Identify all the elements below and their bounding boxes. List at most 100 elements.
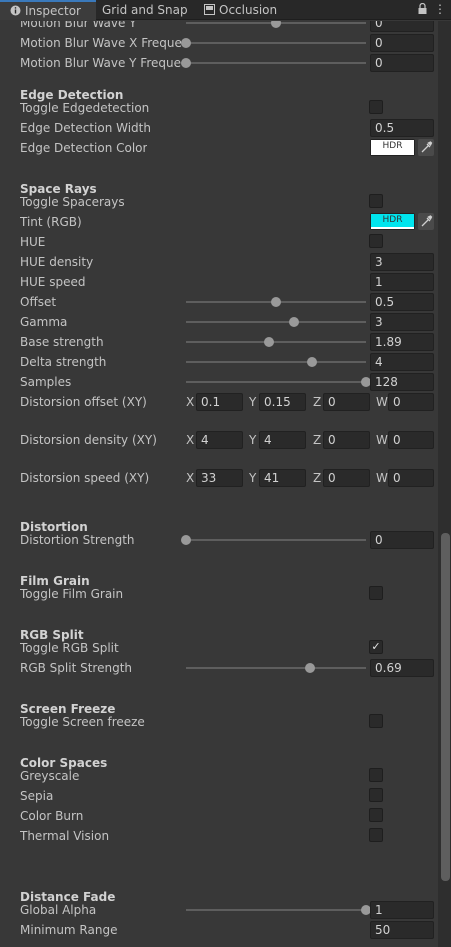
distorsion-offset-y-label: Y	[249, 395, 257, 409]
distortion-strength-slider-knob[interactable]	[181, 535, 191, 545]
offset-slider-knob[interactable]	[271, 297, 281, 307]
motion-blur-wave-x-frequency-label: Motion Blur Wave X Frequency	[20, 36, 182, 50]
gamma-field[interactable]: 3	[370, 313, 434, 331]
tab-occlusion-label: Occlusion	[219, 3, 278, 17]
thermal-vision-label: Thermal Vision	[20, 829, 110, 843]
base-strength-field[interactable]: 1.89	[370, 333, 434, 351]
distorsion-offset-label: Distorsion offset (XY)	[20, 395, 147, 409]
distorsion-offset-x-label: X	[186, 395, 195, 409]
toggle-edgedetection-checkbox[interactable]	[369, 100, 383, 114]
edge-detection-color-picker-button[interactable]	[418, 139, 434, 156]
motion-blur-wave-y-field[interactable]: 0	[370, 21, 434, 32]
thermal-vision-checkbox[interactable]	[369, 828, 383, 842]
global-alpha-slider-track[interactable]	[186, 909, 366, 911]
distorsion-speed-x-field[interactable]: 33	[196, 469, 243, 487]
toggle-spacerays-label: Toggle Spacerays	[20, 195, 125, 209]
tab-occlusion[interactable]: Occlusion	[204, 0, 277, 20]
distortion-strength-slider-track[interactable]	[186, 539, 366, 541]
samples-label: Samples	[20, 375, 72, 389]
rgb-split-strength-slider-knob[interactable]	[305, 663, 316, 673]
distorsion-speed-x-label: X	[186, 471, 195, 485]
inspector-content: Motion Blur Wave Y 0 Motion Blur Wave X …	[0, 21, 438, 947]
color-burn-checkbox[interactable]	[369, 808, 383, 822]
tab-grid-and-snap[interactable]: Grid and Snap	[102, 0, 188, 20]
distorsion-density-z-field[interactable]: 0	[323, 431, 370, 449]
hue-density-field[interactable]: 3	[370, 253, 434, 271]
motion-blur-wave-y-frequency-slider-track[interactable]	[186, 62, 366, 64]
motion-blur-wave-y-frequency-field[interactable]: 0	[370, 54, 434, 72]
eyedropper-icon	[421, 215, 433, 227]
distorsion-offset-w-field[interactable]: 0	[388, 393, 434, 411]
edge-detection-color-alpha-bar	[371, 153, 414, 155]
delta-strength-label: Delta strength	[20, 355, 107, 369]
motion-blur-wave-y-slider-knob[interactable]	[271, 21, 281, 28]
eyedropper-icon	[421, 141, 433, 153]
base-strength-slider-knob[interactable]	[263, 337, 274, 347]
distorsion-speed-w-field[interactable]: 0	[388, 469, 434, 487]
distorsion-speed-w-label: W	[376, 471, 388, 485]
greyscale-label: Greyscale	[20, 769, 80, 783]
distorsion-speed-y-field[interactable]: 41	[259, 469, 306, 487]
sepia-checkbox[interactable]	[369, 788, 383, 802]
motion-blur-wave-x-frequency-slider-knob[interactable]	[181, 38, 191, 48]
toggle-spacerays-checkbox[interactable]	[369, 194, 383, 208]
gamma-label: Gamma	[20, 315, 68, 329]
edge-detection-width-label: Edge Detection Width	[20, 121, 151, 135]
motion-blur-wave-x-frequency-field[interactable]: 0	[370, 34, 434, 52]
samples-field[interactable]: 128	[370, 373, 434, 391]
offset-field[interactable]: 0.5	[370, 293, 434, 311]
distorsion-speed-y-label: Y	[249, 471, 257, 485]
distorsion-density-w-field[interactable]: 0	[388, 431, 434, 449]
gamma-slider-track[interactable]	[186, 321, 366, 323]
rgb-split-strength-label: RGB Split Strength	[20, 661, 133, 675]
color-burn-label: Color Burn	[20, 809, 84, 823]
delta-strength-slider-knob[interactable]	[307, 357, 317, 367]
toggle-rgb-split-checkbox[interactable]: ✓	[369, 640, 383, 654]
tint-rgb-picker-button[interactable]	[418, 213, 434, 230]
scrollbar-thumb[interactable]	[441, 533, 450, 881]
edge-detection-color-swatch[interactable]: HDR	[370, 139, 415, 156]
hue-label: HUE	[20, 235, 46, 249]
toggle-film-grain-checkbox[interactable]	[369, 586, 383, 600]
distortion-strength-field[interactable]: 0	[370, 531, 434, 549]
distorsion-density-x-field[interactable]: 4	[196, 431, 243, 449]
distorsion-offset-z-label: Z	[313, 395, 322, 409]
hue-speed-field[interactable]: 1	[370, 273, 434, 291]
more-options-icon[interactable]: ⋮	[434, 1, 446, 17]
tint-rgb-color-swatch[interactable]: HDR	[370, 213, 415, 230]
hue-checkbox[interactable]	[369, 234, 383, 248]
toggle-film-grain-label: Toggle Film Grain	[20, 587, 124, 601]
tab-inspector-label: Inspector	[25, 4, 81, 18]
toggle-screen-freeze-checkbox[interactable]	[369, 714, 383, 728]
toggle-edgedetection-label: Toggle Edgedetection	[20, 101, 150, 115]
base-strength-slider-track[interactable]	[186, 341, 366, 343]
motion-blur-wave-x-frequency-slider-track[interactable]	[186, 42, 366, 44]
distorsion-density-y-field[interactable]: 4	[259, 431, 306, 449]
distorsion-density-x-label: X	[186, 433, 195, 447]
rgb-split-strength-field[interactable]: 0.69	[370, 659, 434, 677]
lock-icon[interactable]	[418, 3, 427, 14]
distorsion-speed-label: Distorsion speed (XY)	[20, 471, 150, 485]
motion-blur-wave-y-frequency-slider-knob[interactable]	[181, 58, 191, 68]
tint-rgb-alpha-bar	[371, 227, 414, 229]
info-icon	[10, 5, 21, 16]
minimum-range-field[interactable]: 50	[370, 921, 434, 939]
rgb-split-strength-slider-track[interactable]	[186, 667, 366, 669]
distorsion-offset-x-field[interactable]: 0.1	[196, 393, 243, 411]
tab-inspector[interactable]: Inspector	[0, 0, 96, 20]
delta-strength-field[interactable]: 4	[370, 353, 434, 371]
gamma-slider-knob[interactable]	[289, 317, 299, 327]
minimum-range-label: Minimum Range	[20, 923, 118, 937]
distorsion-offset-y-field[interactable]: 0.15	[259, 393, 306, 411]
edge-detection-width-field[interactable]: 0.5	[370, 119, 434, 137]
hue-density-label: HUE density	[20, 255, 94, 269]
global-alpha-field[interactable]: 1	[370, 901, 434, 919]
sepia-label: Sepia	[20, 789, 54, 803]
edge-detection-color-label: Edge Detection Color	[20, 141, 148, 155]
delta-strength-slider-track[interactable]	[186, 361, 366, 363]
tab-grid-and-snap-label: Grid and Snap	[102, 3, 188, 17]
greyscale-checkbox[interactable]	[369, 768, 383, 782]
distorsion-speed-z-field[interactable]: 0	[323, 469, 370, 487]
distorsion-offset-z-field[interactable]: 0	[323, 393, 370, 411]
samples-slider-track[interactable]	[186, 381, 366, 383]
